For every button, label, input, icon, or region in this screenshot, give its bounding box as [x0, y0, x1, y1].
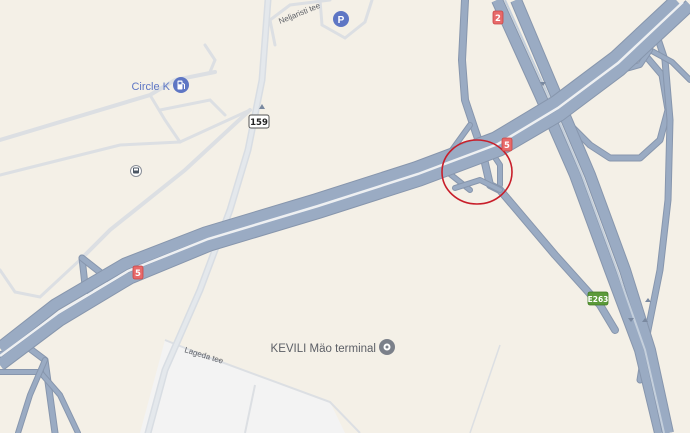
route-159-text: 159	[250, 118, 268, 128]
map-canvas[interactable]: 159 2 5 5 E263 Circle K P KEVILI Mäo ter…	[0, 0, 690, 433]
circle-k-label: Circle K	[131, 81, 170, 93]
route-2-text: 2	[495, 14, 501, 24]
fuel-pump-icon	[173, 77, 189, 93]
route-5-shield-west[interactable]: 5	[132, 265, 144, 280]
map-view[interactable]: 159 2 5 5 E263 Circle K P KEVILI Mäo ter…	[0, 0, 690, 433]
parking-icon: P	[333, 11, 349, 27]
bus-stop-icon[interactable]	[130, 165, 142, 177]
route-5-east-text: 5	[504, 141, 510, 151]
route-5-shield-east[interactable]: 5	[501, 137, 513, 152]
route-5-west-text: 5	[135, 269, 141, 279]
route-e263-text: E263	[588, 295, 609, 304]
route-159-shield[interactable]: 159	[248, 114, 270, 129]
location-pin-icon	[379, 339, 395, 355]
route-e263-shield[interactable]: E263	[587, 291, 609, 306]
parking-letter: P	[338, 15, 345, 26]
route-2-shield[interactable]: 2	[492, 10, 504, 25]
kevili-label: KEVILI Mäo terminal	[271, 343, 376, 355]
parking-poi[interactable]: P	[333, 11, 349, 27]
